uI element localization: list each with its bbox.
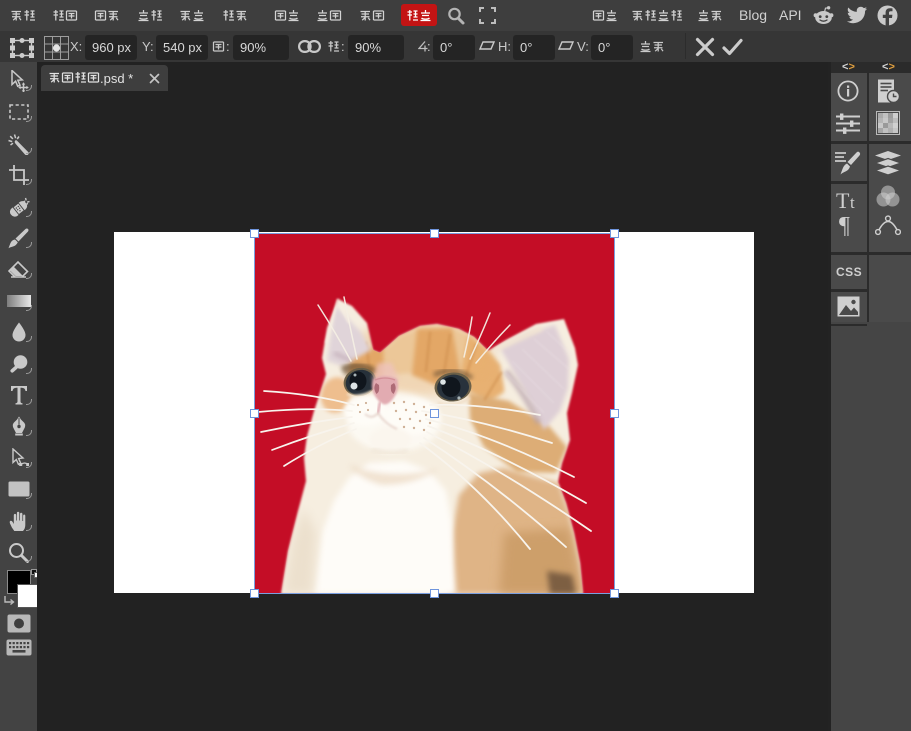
svg-text:t: t <box>850 193 855 212</box>
svg-text:¶: ¶ <box>839 214 850 236</box>
svg-text:T: T <box>836 190 850 212</box>
